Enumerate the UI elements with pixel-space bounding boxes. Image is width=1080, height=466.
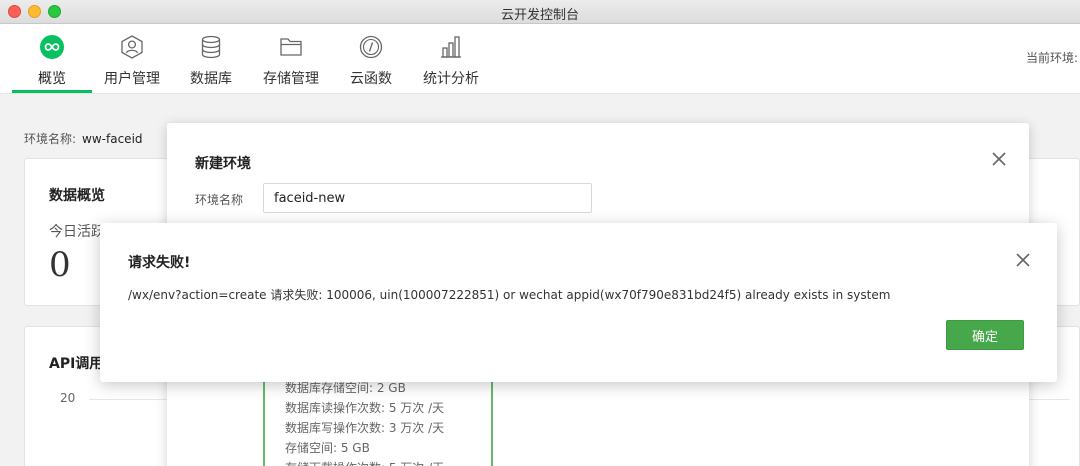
confirm-button[interactable]: 确定 bbox=[946, 320, 1024, 350]
overview-card-title: 数据概览 bbox=[49, 188, 105, 204]
active-tab-indicator bbox=[12, 90, 92, 93]
folder-icon bbox=[280, 38, 302, 56]
nav-item-users[interactable]: 用户管理 bbox=[97, 24, 167, 94]
database-icon bbox=[201, 35, 221, 59]
top-nav: 概览 用户管理 数据库 存储管理 云函数 统计分析 当前环境: bbox=[0, 24, 1080, 94]
active-users-value: 0 bbox=[49, 245, 71, 285]
error-dialog: 请求失败! /wx/env?action=create 请求失败: 100006… bbox=[100, 223, 1057, 382]
env-name-label: 环境名称: bbox=[24, 132, 77, 146]
current-env-label[interactable]: 当前环境: bbox=[1026, 49, 1078, 66]
nav-label-functions: 云函数 bbox=[350, 71, 392, 87]
user-icon bbox=[121, 35, 143, 59]
env-name-value: ww-faceid bbox=[82, 132, 143, 146]
window-title: 云开发控制台 bbox=[500, 8, 579, 23]
error-message: /wx/env?action=create 请求失败: 100006, uin(… bbox=[128, 288, 891, 302]
quota-item: 存储下载操作次数: 5 万次 /天 bbox=[285, 458, 491, 466]
nav-label-analytics: 统计分析 bbox=[423, 71, 479, 87]
nav-item-functions[interactable]: 云函数 bbox=[340, 24, 402, 94]
nav-item-storage[interactable]: 存储管理 bbox=[256, 24, 326, 94]
api-card-title: API调用 bbox=[49, 356, 104, 372]
nav-label-storage: 存储管理 bbox=[263, 71, 319, 87]
quota-item: 存储空间: 5 GB bbox=[285, 441, 370, 455]
new-env-dialog-title: 新建环境 bbox=[195, 156, 251, 172]
infinity-icon bbox=[40, 35, 64, 59]
close-icon[interactable] bbox=[1015, 252, 1031, 268]
nav-label-overview: 概览 bbox=[38, 71, 66, 87]
quota-item: 数据库读操作次数: 5 万次 /天 bbox=[285, 401, 445, 415]
nav-item-analytics[interactable]: 统计分析 bbox=[416, 24, 486, 94]
bar-chart-icon bbox=[441, 36, 461, 58]
close-icon[interactable] bbox=[991, 151, 1007, 167]
window-titlebar: 云开发控制台 bbox=[0, 0, 1080, 24]
quota-item: 数据库写操作次数: 3 万次 /天 bbox=[285, 421, 445, 435]
nav-label-database: 数据库 bbox=[190, 71, 232, 87]
function-icon bbox=[359, 35, 383, 59]
nav-item-database[interactable]: 数据库 bbox=[180, 24, 242, 94]
error-dialog-title: 请求失败! bbox=[128, 255, 191, 271]
nav-label-users: 用户管理 bbox=[104, 71, 160, 87]
env-name-input[interactable] bbox=[263, 183, 592, 213]
y-axis-tick: 20 bbox=[60, 391, 76, 405]
env-name-line: 环境名称: ww-faceid bbox=[24, 130, 143, 147]
nav-item-overview[interactable]: 概览 bbox=[12, 24, 92, 94]
env-name-field-label: 环境名称 bbox=[195, 193, 244, 207]
